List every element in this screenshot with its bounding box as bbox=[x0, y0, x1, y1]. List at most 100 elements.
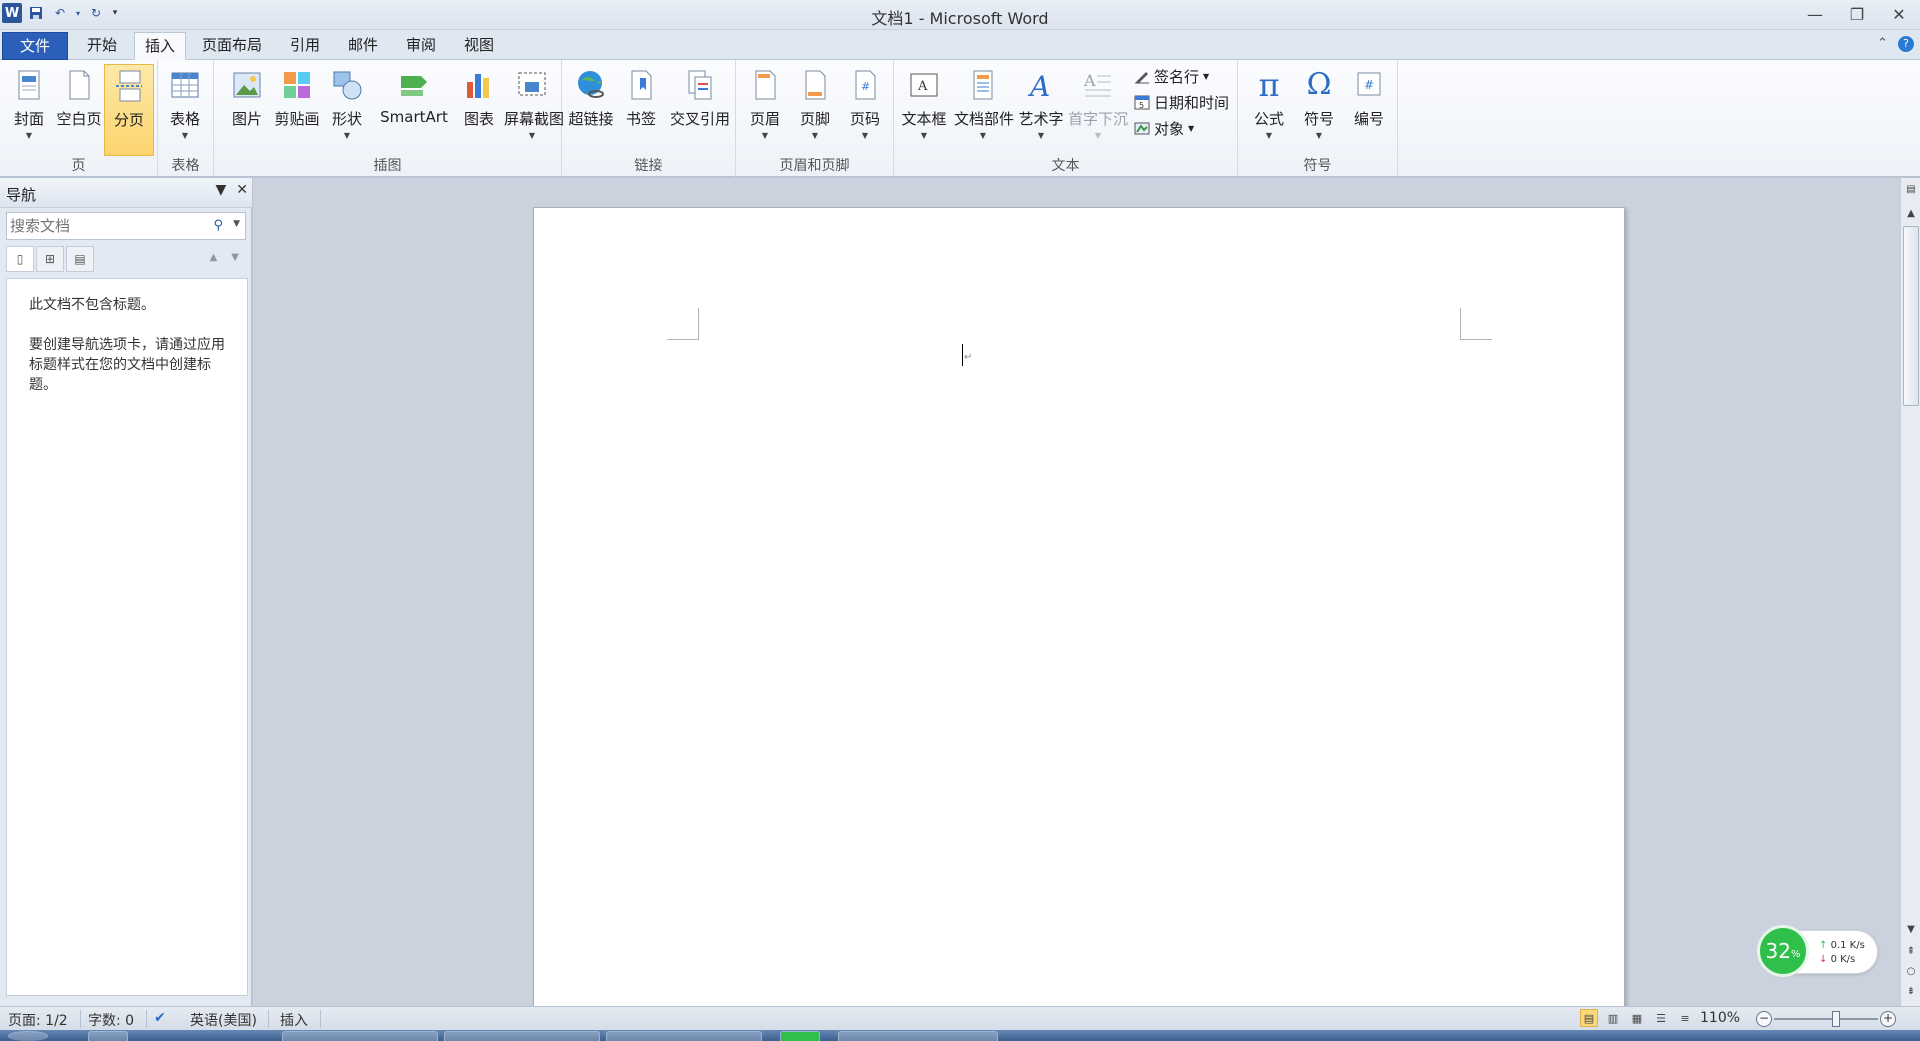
cover-page-icon bbox=[18, 70, 40, 100]
print-layout-icon[interactable]: ▤ bbox=[1580, 1009, 1598, 1027]
scroll-thumb[interactable] bbox=[1903, 226, 1919, 406]
page-count[interactable]: 页面: 1/2 bbox=[8, 1010, 68, 1030]
cover-page-button[interactable]: 封面 ▼ bbox=[4, 64, 54, 156]
table-button[interactable]: 表格 ▼ bbox=[160, 64, 210, 156]
taskbar-window-2[interactable] bbox=[444, 1031, 600, 1041]
taskbar-window-3[interactable] bbox=[606, 1031, 762, 1041]
next-arrow-icon[interactable]: ▼ bbox=[231, 252, 239, 263]
taskbar-explorer[interactable] bbox=[88, 1031, 128, 1041]
tab-page-layout[interactable]: 页面布局 bbox=[192, 32, 272, 60]
wordart-button[interactable]: A 艺术字 ▼ bbox=[1016, 64, 1066, 156]
footer-icon bbox=[805, 70, 826, 100]
footer-button[interactable]: 页脚 ▼ bbox=[790, 64, 840, 156]
screenshot-button[interactable]: 屏幕截图 ▼ bbox=[504, 64, 564, 156]
help-icon[interactable]: ? bbox=[1898, 36, 1914, 52]
navigation-pane: 导航 ▼ ✕ ⚲ ▼ ▯ ⊞ ▤ ▲ ▼ 此文档不包含标题。 要创建导航选项卡，… bbox=[0, 178, 252, 1006]
start-button[interactable] bbox=[8, 1031, 48, 1041]
tab-file[interactable]: 文件 bbox=[2, 32, 68, 60]
close-pane-icon[interactable]: ✕ bbox=[236, 182, 248, 198]
textbox-icon: A bbox=[910, 73, 938, 97]
cross-reference-button[interactable]: 交叉引用 bbox=[666, 64, 734, 156]
tab-mailings[interactable]: 邮件 bbox=[338, 32, 388, 60]
full-screen-reading-icon[interactable]: ▥ bbox=[1604, 1009, 1622, 1027]
scroll-down-icon[interactable]: ▼ bbox=[1903, 922, 1919, 938]
quick-parts-button[interactable]: 文档部件 ▼ bbox=[954, 64, 1014, 156]
zoom-in-icon[interactable]: + bbox=[1880, 1011, 1896, 1027]
clipart-button[interactable]: 剪贴画 bbox=[272, 64, 322, 156]
status-separator bbox=[146, 1010, 147, 1028]
taskbar-window-1[interactable] bbox=[282, 1031, 438, 1041]
picture-icon bbox=[233, 72, 261, 98]
previous-page-icon[interactable]: ⇞ bbox=[1903, 944, 1919, 960]
word-count[interactable]: 字数: 0 bbox=[88, 1010, 134, 1030]
taskbar-app-green[interactable] bbox=[780, 1031, 820, 1041]
equation-button[interactable]: π 公式 ▼ bbox=[1244, 64, 1294, 156]
next-page-icon[interactable]: ⇟ bbox=[1903, 984, 1919, 1000]
tab-view[interactable]: 视图 bbox=[454, 32, 504, 60]
smartart-button[interactable]: SmartArt bbox=[374, 64, 454, 156]
zoom-thumb[interactable] bbox=[1832, 1011, 1840, 1027]
date-time-button[interactable]: 5 日期和时间 bbox=[1134, 90, 1229, 114]
search-options-icon[interactable]: ▼ bbox=[233, 219, 240, 229]
page-number-icon: # bbox=[855, 70, 876, 100]
restore-icon[interactable]: ❐ bbox=[1836, 0, 1878, 28]
browse-pages-icon[interactable]: ⊞ bbox=[36, 246, 64, 272]
chart-button[interactable]: 图表 bbox=[454, 64, 504, 156]
browse-headings-icon[interactable]: ▯ bbox=[6, 246, 34, 272]
proofing-icon[interactable]: ✔ bbox=[154, 1010, 166, 1026]
tab-insert[interactable]: 插入 bbox=[134, 32, 186, 60]
document-page[interactable]: ↵ bbox=[533, 207, 1625, 1006]
ribbon-tabs: 文件 开始 插入 页面布局 引用 邮件 审阅 视图 ⌃ ? bbox=[0, 30, 1920, 60]
calendar-icon: 5 bbox=[1134, 95, 1150, 110]
minimize-icon[interactable]: — bbox=[1794, 0, 1836, 28]
select-browse-object-icon[interactable]: ○ bbox=[1903, 964, 1919, 980]
header-button[interactable]: 页眉 ▼ bbox=[740, 64, 790, 156]
page-number-button[interactable]: # 页码 ▼ bbox=[840, 64, 890, 156]
bookmark-icon bbox=[631, 70, 652, 100]
scroll-up-icon[interactable]: ▲ bbox=[1903, 206, 1919, 222]
tab-review[interactable]: 审阅 bbox=[396, 32, 446, 60]
ribbon-tab-icons: ⌃ ? bbox=[1877, 36, 1914, 52]
tab-references[interactable]: 引用 bbox=[280, 32, 330, 60]
dropdown-arrow-icon: ▼ bbox=[1265, 131, 1273, 140]
bookmark-button[interactable]: 书签 bbox=[616, 64, 666, 156]
shapes-button[interactable]: 形状 ▼ bbox=[322, 64, 372, 156]
dropdown-arrow-icon: ▼ bbox=[25, 131, 33, 140]
web-layout-icon[interactable]: ▦ bbox=[1628, 1009, 1646, 1027]
draft-view-icon[interactable]: ≡ bbox=[1676, 1009, 1694, 1027]
navigation-arrows: ▲ ▼ bbox=[210, 252, 239, 263]
browse-results-icon[interactable]: ▤ bbox=[66, 246, 94, 272]
ruler-toggle-icon[interactable]: ▤ bbox=[1903, 182, 1919, 198]
network-monitor-widget[interactable]: 32% ↑ 0.1 K/s ↓ 0 K/s bbox=[1757, 925, 1878, 977]
signature-line-button[interactable]: 签名行 ▼ bbox=[1134, 64, 1209, 88]
drop-cap-button[interactable]: A 首字下沉 ▼ bbox=[1068, 64, 1128, 156]
svg-text:A: A bbox=[917, 79, 928, 94]
close-icon[interactable]: ✕ bbox=[1878, 0, 1920, 28]
insert-mode-indicator[interactable]: 插入 bbox=[280, 1010, 308, 1030]
tab-home[interactable]: 开始 bbox=[72, 32, 132, 60]
previous-arrow-icon[interactable]: ▲ bbox=[210, 252, 218, 263]
object-button[interactable]: 对象 ▼ bbox=[1134, 116, 1194, 140]
textbox-button[interactable]: A 文本框 ▼ bbox=[898, 64, 950, 156]
collapse-ribbon-icon[interactable]: ⌃ bbox=[1877, 36, 1888, 52]
hyperlink-button[interactable]: 超链接 bbox=[566, 64, 616, 156]
page-break-button[interactable]: 分页 bbox=[104, 64, 154, 156]
zoom-level[interactable]: 110% bbox=[1700, 1010, 1740, 1026]
picture-button[interactable]: 图片 bbox=[222, 64, 272, 156]
language-indicator[interactable]: 英语(美国) bbox=[190, 1010, 257, 1030]
zoom-out-icon[interactable]: − bbox=[1756, 1011, 1772, 1027]
search-input[interactable] bbox=[10, 216, 210, 236]
status-separator bbox=[80, 1010, 81, 1028]
vertical-scrollbar[interactable]: ▤ ▲ ▼ ⇞ ○ ⇟ bbox=[1900, 178, 1920, 1006]
numbering-button[interactable]: # 编号 bbox=[1344, 64, 1394, 156]
zoom-slider[interactable]: − + bbox=[1756, 1011, 1896, 1027]
top-right-margin-mark bbox=[1460, 308, 1492, 340]
symbol-button[interactable]: Ω 符号 ▼ bbox=[1294, 64, 1344, 156]
outline-view-icon[interactable]: ☰ bbox=[1652, 1009, 1670, 1027]
pane-options-icon[interactable]: ▼ bbox=[215, 182, 226, 198]
search-icon[interactable]: ⚲ bbox=[213, 218, 223, 233]
blank-page-button[interactable]: 空白页 bbox=[54, 64, 104, 156]
memory-usage-badge: 32% bbox=[1757, 925, 1809, 977]
group-links: 超链接 书签 交叉引用 链接 bbox=[562, 60, 736, 177]
taskbar-window-4[interactable] bbox=[838, 1031, 998, 1041]
